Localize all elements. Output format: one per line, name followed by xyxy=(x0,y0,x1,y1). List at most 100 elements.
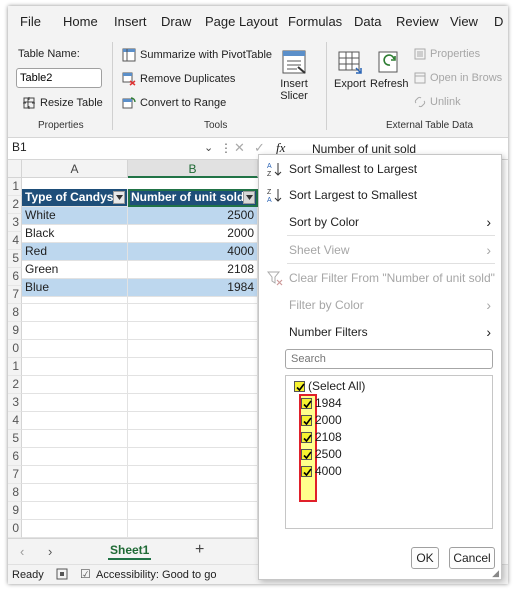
open-in-browser-button[interactable]: Open in Brows xyxy=(414,72,502,84)
remove-duplicates-button[interactable]: Remove Duplicates xyxy=(122,72,235,86)
row-number[interactable]: 3 xyxy=(8,214,22,232)
select-all-corner[interactable] xyxy=(8,160,22,178)
filter-value-row[interactable]: 2500 xyxy=(301,446,342,463)
status-accessibility[interactable]: Accessibility: Good to go xyxy=(96,569,216,581)
filter-value-checkbox[interactable] xyxy=(301,432,312,443)
table-cell-type[interactable]: White xyxy=(22,207,128,225)
table-cell-units[interactable]: 2500 xyxy=(128,207,258,225)
filter-dropdown-type[interactable] xyxy=(113,191,125,204)
select-all-checkbox[interactable] xyxy=(294,381,305,392)
filter-value-checkbox[interactable] xyxy=(301,466,312,477)
filter-search-input[interactable] xyxy=(285,349,493,369)
ok-button[interactable]: OK xyxy=(411,547,439,569)
row-number[interactable]: 7 xyxy=(8,466,22,484)
row-number[interactable]: 9 xyxy=(8,502,22,520)
unlink-button[interactable]: Unlink xyxy=(414,96,461,108)
sort-descending-item[interactable]: ZA Sort Largest to Smallest xyxy=(259,182,501,208)
tab-home[interactable]: Home xyxy=(63,14,98,29)
empty-cell[interactable] xyxy=(128,484,258,502)
resize-grip-icon[interactable]: ◢ xyxy=(492,568,499,579)
refresh-button[interactable]: Refresh xyxy=(370,48,409,90)
table-cell-type[interactable]: Blue xyxy=(22,279,128,297)
insert-slicer-button[interactable]: Insert Slicer xyxy=(280,48,308,102)
name-box-dropdown-icon[interactable]: ⌄ xyxy=(204,141,213,154)
row-number[interactable]: 6 xyxy=(8,268,22,286)
filter-value-checkbox[interactable] xyxy=(301,398,312,409)
scroll-left-icon[interactable]: ‹ xyxy=(20,544,24,559)
table-name-input[interactable] xyxy=(16,68,102,88)
row-number[interactable]: 4 xyxy=(8,412,22,430)
table-cell-units[interactable]: 1984 xyxy=(128,279,258,297)
empty-cell[interactable] xyxy=(22,322,128,340)
column-header-a[interactable]: A xyxy=(22,160,128,178)
tab-more[interactable]: D xyxy=(494,14,503,29)
row-number[interactable]: 6 xyxy=(8,448,22,466)
empty-cell[interactable] xyxy=(22,376,128,394)
empty-cell[interactable] xyxy=(128,502,258,520)
empty-cell[interactable] xyxy=(128,394,258,412)
summarize-pivot-button[interactable]: Summarize with PivotTable xyxy=(122,48,272,62)
empty-cell[interactable] xyxy=(22,430,128,448)
sort-by-color-item[interactable]: Sort by Color › xyxy=(259,209,501,235)
sheet-view-item[interactable]: Sheet View › xyxy=(259,237,501,263)
empty-cell[interactable] xyxy=(22,520,128,538)
row-number[interactable]: 5 xyxy=(8,250,22,268)
empty-cell[interactable] xyxy=(128,466,258,484)
empty-cell[interactable] xyxy=(22,358,128,376)
row-number[interactable]: 7 xyxy=(8,286,22,304)
row-number[interactable]: 1 xyxy=(8,178,22,196)
table-cell-units[interactable]: 2108 xyxy=(128,261,258,279)
row-number[interactable]: 4 xyxy=(8,232,22,250)
empty-cell[interactable] xyxy=(22,484,128,502)
filter-value-checkbox[interactable] xyxy=(301,415,312,426)
sheet-tab-sheet1[interactable]: Sheet1 xyxy=(108,543,152,560)
row-number[interactable]: 9 xyxy=(8,322,22,340)
filter-value-row[interactable]: 4000 xyxy=(301,463,342,480)
row-number[interactable]: 2 xyxy=(8,376,22,394)
sort-ascending-item[interactable]: AZ Sort Smallest to Largest xyxy=(259,156,501,182)
row-number[interactable]: 0 xyxy=(8,520,22,538)
filter-dropdown-units[interactable] xyxy=(243,191,255,204)
cancel-entry-icon[interactable]: ✕ xyxy=(234,140,245,156)
empty-cell[interactable] xyxy=(22,466,128,484)
select-all-checkbox-row[interactable]: (Select All) xyxy=(294,378,365,395)
row-number[interactable]: 8 xyxy=(8,484,22,502)
macro-record-icon[interactable] xyxy=(56,568,68,583)
tab-file[interactable]: File xyxy=(20,14,41,29)
cancel-button[interactable]: Cancel xyxy=(449,547,495,569)
tab-view[interactable]: View xyxy=(450,14,478,29)
filter-value-row[interactable]: 1984 xyxy=(301,395,342,412)
empty-cell[interactable] xyxy=(22,412,128,430)
row-number[interactable]: 3 xyxy=(8,394,22,412)
row-number[interactable]: 8 xyxy=(8,304,22,322)
table-header-units[interactable]: Number of unit sold xyxy=(128,189,258,207)
tab-review[interactable]: Review xyxy=(396,14,439,29)
row-number[interactable]: 1 xyxy=(8,358,22,376)
filter-value-checkbox[interactable] xyxy=(301,449,312,460)
resize-table-button[interactable]: Resize Table xyxy=(22,96,103,110)
export-button[interactable]: Export xyxy=(334,48,366,90)
table-cell-units[interactable]: 2000 xyxy=(128,225,258,243)
tab-data[interactable]: Data xyxy=(354,14,381,29)
empty-cell[interactable] xyxy=(128,376,258,394)
clear-filter-item[interactable]: Clear Filter From "Number of unit sold" xyxy=(259,265,501,291)
row-number[interactable]: 0 xyxy=(8,340,22,358)
empty-cell[interactable] xyxy=(128,322,258,340)
tab-formulas[interactable]: Formulas xyxy=(288,14,342,29)
add-sheet-button[interactable]: + xyxy=(195,541,204,559)
table-cell-units[interactable]: 4000 xyxy=(128,243,258,261)
tab-page-layout[interactable]: Page Layout xyxy=(205,14,278,29)
column-header-b[interactable]: B xyxy=(128,160,258,178)
empty-cell[interactable] xyxy=(128,340,258,358)
table-header-type[interactable]: Type of Candys xyxy=(22,189,128,207)
name-box[interactable]: B1 xyxy=(10,140,210,158)
empty-cell[interactable] xyxy=(22,394,128,412)
empty-cell[interactable] xyxy=(128,358,258,376)
tab-draw[interactable]: Draw xyxy=(161,14,191,29)
filter-value-row[interactable]: 2000 xyxy=(301,412,342,429)
filter-by-color-item[interactable]: Filter by Color › xyxy=(259,292,501,318)
properties-button[interactable]: Properties xyxy=(414,48,480,60)
convert-to-range-button[interactable]: Convert to Range xyxy=(122,96,226,110)
tab-insert[interactable]: Insert xyxy=(114,14,147,29)
row-number[interactable]: 2 xyxy=(8,196,22,214)
